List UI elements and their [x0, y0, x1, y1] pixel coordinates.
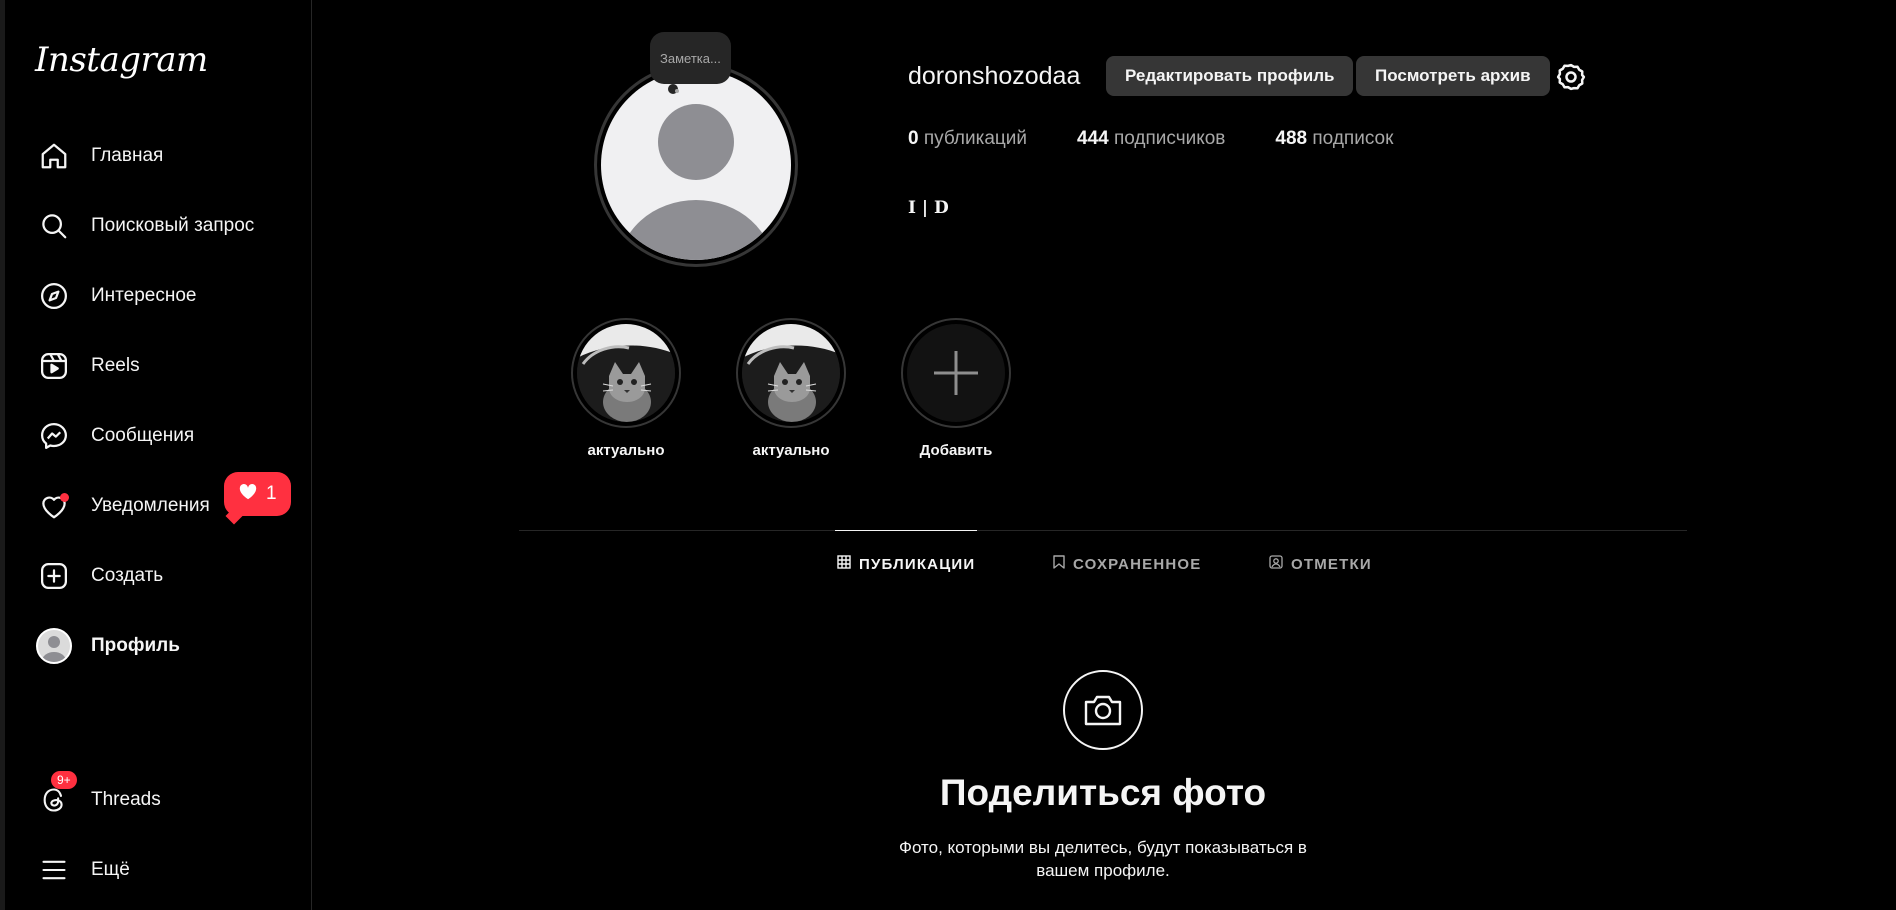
nav-item-label: Уведомления [91, 495, 210, 516]
highlight-cat-image [742, 324, 840, 422]
avatar-wrap [31, 623, 77, 669]
nav-item-home[interactable]: Главная [31, 128, 293, 184]
posts-label: публикаций [923, 128, 1027, 149]
nav-item-profile[interactable]: Профиль [31, 618, 293, 674]
highlight-ring [736, 318, 846, 428]
following-label: подписок [1312, 128, 1394, 149]
home-icon [31, 133, 77, 179]
compass-icon [31, 273, 77, 319]
nav-item-more[interactable]: Ещё [31, 842, 293, 898]
threads-badge: 9+ [51, 771, 77, 789]
highlight-item[interactable]: актуально [566, 318, 686, 459]
nav-item-label: Сообщения [91, 425, 195, 446]
nav-item-label: Главная [91, 145, 164, 166]
note-bubble[interactable]: Заметка... [650, 32, 731, 84]
tab-posts[interactable]: ПУБЛИКАЦИИ [834, 530, 978, 596]
empty-state-title: Поделиться фото [939, 772, 1267, 813]
tab-label: ОТМЕТКИ [1291, 555, 1372, 573]
nav-item-search[interactable]: Поисковый запрос [31, 198, 293, 254]
nav-item-label: Профиль [91, 635, 180, 656]
create-icon [31, 553, 77, 599]
edit-profile-button[interactable]: Редактировать профиль [1106, 56, 1354, 96]
tab-saved[interactable]: СОХРАНЕННОЕ [1053, 532, 1201, 596]
highlight-label: актуально [752, 442, 830, 459]
tab-label: СОХРАНЕННОЕ [1073, 555, 1202, 573]
followers-count: 444 [1077, 128, 1109, 149]
add-highlight-button[interactable]: Добавить [896, 318, 1016, 459]
tabs-divider [519, 530, 1687, 531]
plus-icon [907, 324, 1005, 422]
settings-gear-icon[interactable] [1556, 62, 1586, 92]
nav-item-create[interactable]: Создать [31, 548, 293, 604]
highlight-ring [571, 318, 681, 428]
tagged-icon [1269, 555, 1283, 573]
search-icon [31, 203, 77, 249]
profile-main: Заметка... doronshozodaa Редактировать п… [312, 0, 1896, 910]
nav-item-threads[interactable]: 9+ Threads [31, 771, 293, 828]
following-stat[interactable]: 488 подписок [1275, 128, 1393, 150]
highlight-label: актуально [587, 442, 665, 459]
nav-item-label: Threads [91, 789, 161, 810]
bookmark-icon [1053, 555, 1065, 573]
instagram-logo[interactable]: Instagram [35, 40, 208, 80]
following-count: 488 [1275, 128, 1308, 149]
highlight-ring [901, 318, 1011, 428]
nav-item-label: Интересное [91, 285, 197, 306]
followers-label: подписчиков [1113, 128, 1226, 149]
empty-state-text: Фото, которыми вы делитесь, будут показы… [899, 838, 1307, 880]
grid-icon [837, 555, 851, 573]
posts-stat: 0 публикаций [908, 128, 1027, 150]
heart-filled-icon [238, 482, 258, 506]
nav-item-label: Reels [91, 355, 140, 376]
menu-icon [31, 847, 77, 893]
profile-bio: I | D [908, 198, 949, 218]
highlight-item[interactable]: актуально [731, 318, 851, 459]
messenger-icon [31, 413, 77, 459]
reels-icon [31, 343, 77, 389]
tab-label: ПУБЛИКАЦИИ [859, 555, 976, 573]
notifications-count: 1 [266, 483, 277, 504]
profile-picture[interactable] [594, 63, 798, 267]
highlight-cat-image [577, 324, 675, 422]
nav-item-messages[interactable]: Сообщения [31, 408, 293, 464]
note-bubble-dot [675, 89, 679, 93]
view-archive-button[interactable]: Посмотреть архив [1356, 56, 1550, 96]
avatar [36, 628, 72, 664]
heart-icon [31, 483, 77, 529]
nav-item-label: Ещё [91, 859, 130, 880]
tab-tagged[interactable]: ОТМЕТКИ [1269, 532, 1372, 596]
profile-username: doronshozodaa [908, 62, 1081, 90]
posts-count: 0 [908, 128, 919, 149]
nav-item-label: Поисковый запрос [91, 215, 255, 236]
notifications-popup[interactable]: 1 [224, 472, 291, 516]
highlight-label: Добавить [919, 442, 993, 459]
nav-item-reels[interactable]: Reels [31, 338, 293, 394]
sidebar: Instagram Главная Поисковый запрос Интер… [0, 0, 312, 910]
default-avatar-image [601, 70, 791, 260]
nav-item-explore[interactable]: Интересное [31, 268, 293, 324]
camera-icon[interactable] [1063, 670, 1143, 750]
profile-stats: 0 публикаций 444 подписчиков 488 подписо… [908, 128, 1443, 150]
nav-item-label: Создать [91, 565, 164, 586]
followers-stat[interactable]: 444 подписчиков [1077, 128, 1225, 150]
notification-dot [60, 493, 69, 502]
threads-icon: 9+ [31, 771, 77, 823]
